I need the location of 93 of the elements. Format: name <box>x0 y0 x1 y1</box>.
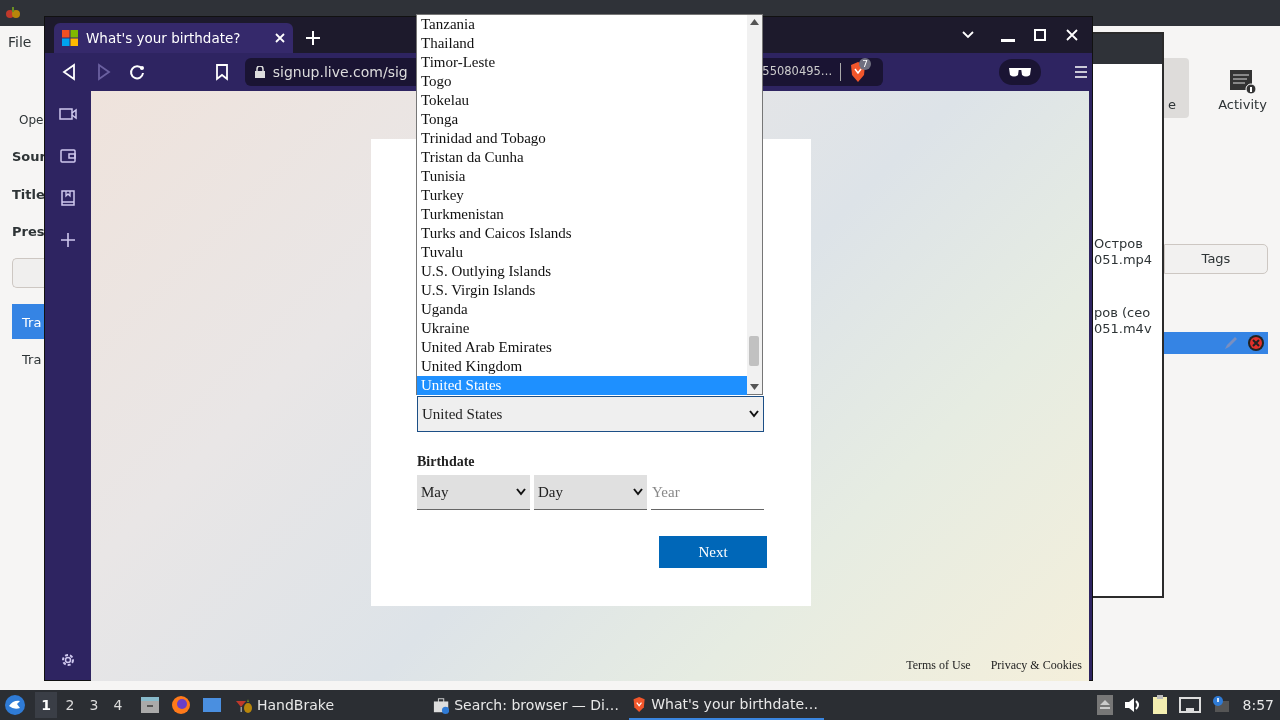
birthdate-label: Birthdate <box>417 453 476 471</box>
private-mode-button[interactable] <box>999 59 1041 85</box>
dropdown-option[interactable]: Turks and Caicos Islands <box>417 224 747 243</box>
dropdown-option[interactable]: Togo <box>417 72 747 91</box>
dropdown-option[interactable]: United Arab Emirates <box>417 338 747 357</box>
queue-row[interactable] <box>1164 332 1268 354</box>
field-label: Title <box>12 185 44 204</box>
workspace-button[interactable]: 4 <box>107 692 129 718</box>
lock-icon <box>254 66 265 78</box>
wallet-icon <box>59 147 77 165</box>
taskbar-task[interactable]: What's your birthdate… <box>629 690 824 720</box>
dropdown-option[interactable]: U.S. Outlying Islands <box>417 262 747 281</box>
plus-icon <box>59 231 77 249</box>
field-label: Pres <box>12 223 44 241</box>
chevron-down-icon <box>749 410 759 418</box>
field-label: Sour <box>12 148 44 166</box>
launcher-button[interactable] <box>170 694 192 716</box>
scrollbar[interactable] <box>747 15 762 394</box>
country-select[interactable]: United States <box>417 396 764 432</box>
dropdown-option[interactable]: Tanzania <box>417 15 747 34</box>
toolbar-button[interactable]: e <box>1164 58 1190 118</box>
four-squares-icon <box>62 30 78 46</box>
workspace-button[interactable]: 2 <box>59 692 81 718</box>
menu-item[interactable]: File <box>8 32 44 53</box>
shields-button[interactable]: 7 <box>849 60 874 84</box>
taskbar-task[interactable]: HandBrake <box>231 690 426 720</box>
dropdown-option[interactable]: Tunisia <box>417 167 747 186</box>
tray-button[interactable] <box>1178 694 1201 716</box>
day-select[interactable]: Day <box>534 475 647 510</box>
close-icon <box>1065 28 1079 42</box>
toolbar-button[interactable]: Activity <box>1205 58 1280 118</box>
eject-icon <box>1096 695 1113 715</box>
clipboard-icon <box>1150 695 1169 715</box>
workspace-button[interactable]: 3 <box>83 692 105 718</box>
scrollbar-thumb[interactable] <box>749 336 759 366</box>
launcher-button[interactable] <box>139 694 161 716</box>
tray-button[interactable] <box>1150 694 1169 716</box>
settings-icon <box>59 651 77 669</box>
dropdown-option[interactable]: Thailand <box>417 34 747 53</box>
dropdown-option[interactable]: Turkmenistan <box>417 205 747 224</box>
close-tab-button[interactable] <box>275 33 285 43</box>
year-field[interactable]: Year <box>651 475 764 510</box>
book-icon <box>59 189 77 207</box>
briefcase-icon <box>433 695 450 715</box>
shield-icon <box>632 694 647 714</box>
dropdown-option[interactable]: Uganda <box>417 300 747 319</box>
window-titlebar <box>1093 34 1162 64</box>
dropdown-option[interactable]: U.S. Virgin Islands <box>417 281 747 300</box>
dropdown-option[interactable]: Tuvalu <box>417 243 747 262</box>
clock: 8:57 <box>1242 695 1274 715</box>
notification-icon <box>1210 695 1231 715</box>
plus-icon <box>306 31 320 45</box>
workspace-button[interactable]: 1 <box>35 692 57 718</box>
queue-item-text: Остров 051.mp4 <box>1094 236 1154 268</box>
chevron-down-icon <box>633 488 643 496</box>
file-drawer-icon <box>140 695 160 715</box>
activity-log-icon <box>1228 68 1257 95</box>
dropdown-option[interactable]: Tokelau <box>417 91 747 110</box>
tab[interactable]: Tra <box>12 340 44 376</box>
window-icon <box>202 695 222 715</box>
dropdown-option[interactable]: Trinidad and Tobago <box>417 129 747 148</box>
tags-button[interactable]: Tags <box>1164 244 1268 274</box>
queue-item-text: ров (сео 051.m4v <box>1094 305 1153 337</box>
volume-icon <box>1122 695 1141 715</box>
footer-link[interactable]: Privacy & Cookies <box>990 656 1082 674</box>
close-icon <box>275 33 285 43</box>
dropdown-option[interactable]: Tonga <box>417 110 747 129</box>
dropdown-option[interactable]: Turkey <box>417 186 747 205</box>
month-select[interactable]: May <box>417 475 530 510</box>
glasses-icon <box>1007 66 1032 78</box>
start-button[interactable] <box>3 693 27 717</box>
tab[interactable]: Tra <box>12 303 44 339</box>
button-label[interactable]: Ope <box>19 111 44 129</box>
footer-link[interactable]: Terms of Use <box>906 656 971 674</box>
dropdown-option[interactable]: Timor-Leste <box>417 53 747 72</box>
menu-icon <box>1074 65 1089 79</box>
dropdown-option[interactable]: Ukraine <box>417 319 747 338</box>
bird-icon <box>4 694 26 716</box>
tray-button[interactable] <box>1096 694 1113 716</box>
scroll-down-icon[interactable] <box>750 384 759 390</box>
network-icon <box>1178 695 1201 715</box>
globe-icon <box>171 695 191 715</box>
delete-icon[interactable] <box>1247 334 1265 352</box>
browser-tab[interactable]: What's your birthdate? <box>54 23 293 53</box>
dropdown-option[interactable]: Tristan da Cunha <box>417 148 747 167</box>
taskbar-task[interactable]: Search: browser — Di… <box>430 690 625 720</box>
video-camera-icon <box>59 105 77 123</box>
next-button[interactable]: Next <box>659 536 767 568</box>
minimize-icon <box>1001 38 1015 42</box>
count-badge: 7 <box>859 58 872 70</box>
maximize-icon <box>1033 28 1047 42</box>
dropdown-option[interactable]: United Kingdom <box>417 357 747 376</box>
chevron-down-icon <box>516 488 526 496</box>
